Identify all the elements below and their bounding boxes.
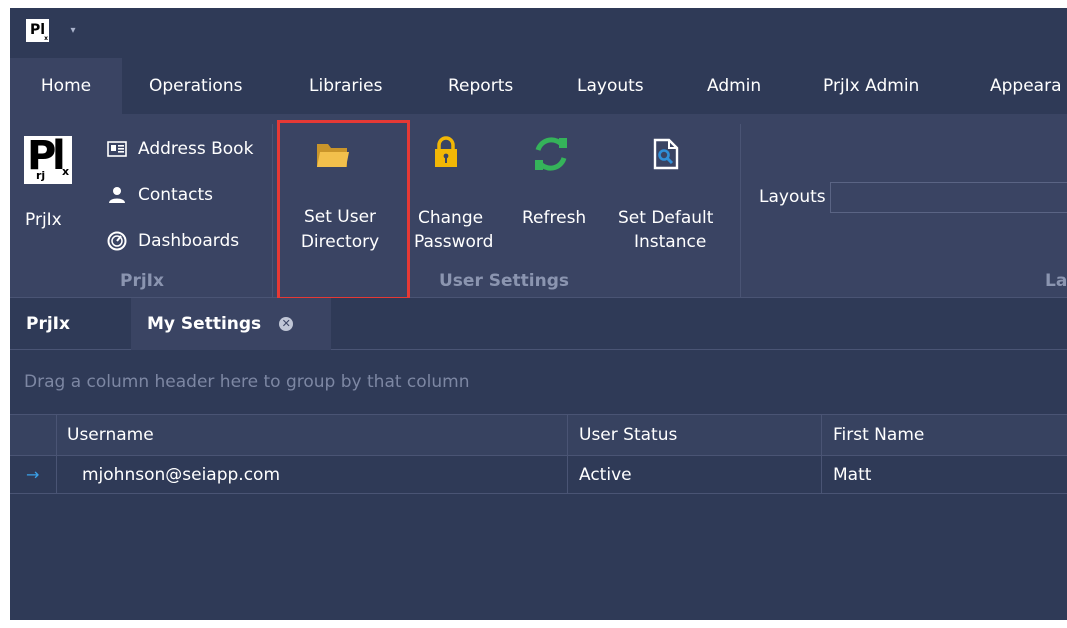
change-password-label-line1: Change	[418, 208, 484, 228]
dashboard-icon	[106, 230, 128, 252]
group-by-panel[interactable]: Drag a column header here to group by th…	[10, 350, 1067, 414]
column-divider[interactable]	[567, 414, 568, 494]
tab-layouts[interactable]: Layouts	[577, 58, 644, 114]
tab-operations[interactable]: Operations	[149, 58, 242, 114]
prjix-logo-icon: P l rj x	[24, 133, 72, 184]
set-default-instance-label-line2: Instance	[634, 232, 707, 252]
ribbon-tab-bar: Home Operations Libraries Reports Layout…	[10, 58, 1067, 114]
cell-username[interactable]: mjohnson@seiapp.com	[82, 456, 280, 493]
logo-letter-x: x	[62, 165, 70, 178]
table-row[interactable]: → mjohnson@seiapp.com Active Matt	[10, 456, 1067, 494]
tab-reports[interactable]: Reports	[448, 58, 513, 114]
ribbon-panel: P l rj x PrjIx Address Book Contacts Das…	[10, 114, 1067, 298]
tab-appearance[interactable]: Appeara	[990, 58, 1062, 114]
row-indicator-icon: →	[26, 465, 40, 484]
column-divider	[56, 414, 57, 494]
contacts-label: Contacts	[138, 185, 213, 205]
logo-letters-rj: rj	[36, 169, 46, 182]
set-default-instance-label-line1: Set Default	[618, 208, 714, 228]
title-bar: Pl x ▾	[10, 8, 1067, 58]
refresh-label: Refresh	[522, 208, 587, 228]
app-logo-text: Pl	[29, 22, 46, 38]
cell-user-status[interactable]: Active	[579, 456, 632, 493]
address-book-label: Address Book	[138, 139, 254, 159]
address-book-button[interactable]: Address Book	[106, 133, 253, 165]
doc-tab-prjix[interactable]: PrjIx	[26, 298, 70, 350]
document-search-icon	[653, 138, 679, 175]
tab-admin[interactable]: Admin	[707, 58, 761, 114]
prjix-group-label: PrjIx	[120, 271, 164, 291]
tab-prjix-admin[interactable]: PrjIx Admin	[823, 58, 919, 114]
user-settings-group-label: User Settings	[439, 271, 569, 291]
dashboards-label: Dashboards	[138, 231, 240, 251]
contacts-button[interactable]: Contacts	[106, 179, 213, 211]
lock-icon	[434, 136, 458, 173]
grid-header-row: Username User Status First Name	[10, 414, 1067, 456]
cell-first-name[interactable]: Matt	[833, 456, 871, 493]
dashboards-button[interactable]: Dashboards	[106, 225, 239, 257]
quick-access-dropdown-icon[interactable]: ▾	[66, 24, 80, 38]
contacts-icon	[106, 184, 128, 206]
prjix-button-label: PrjIx	[25, 210, 62, 230]
column-header-username[interactable]: Username	[67, 415, 154, 455]
application-window: Pl x ▾ Home Operations Libraries Reports…	[10, 8, 1067, 620]
column-header-user-status[interactable]: User Status	[579, 415, 677, 455]
column-divider[interactable]	[821, 414, 822, 494]
document-tab-bar: PrjIx My Settings ✕	[10, 298, 1067, 350]
tab-libraries[interactable]: Libraries	[309, 58, 382, 114]
doc-tab-my-settings[interactable]: My Settings ✕	[131, 298, 331, 350]
layouts-group-label: La	[1045, 271, 1067, 291]
address-book-icon	[106, 138, 128, 160]
column-header-first-name[interactable]: First Name	[833, 415, 924, 455]
close-tab-icon[interactable]: ✕	[279, 317, 294, 331]
doc-tab-my-settings-label: My Settings	[147, 314, 262, 334]
group-separator	[272, 124, 273, 298]
highlight-annotation	[277, 120, 410, 300]
data-grid: Drag a column header here to group by th…	[10, 350, 1067, 620]
layouts-combo-input[interactable]	[830, 182, 1067, 213]
layouts-field-label: Layouts	[759, 187, 826, 207]
app-logo-subscript: x	[44, 35, 48, 42]
refresh-icon	[533, 136, 569, 177]
group-separator	[740, 124, 741, 298]
app-logo-icon[interactable]: Pl x	[26, 19, 49, 42]
tab-home[interactable]: Home	[10, 58, 122, 114]
change-password-label-line2: Password	[414, 232, 494, 252]
